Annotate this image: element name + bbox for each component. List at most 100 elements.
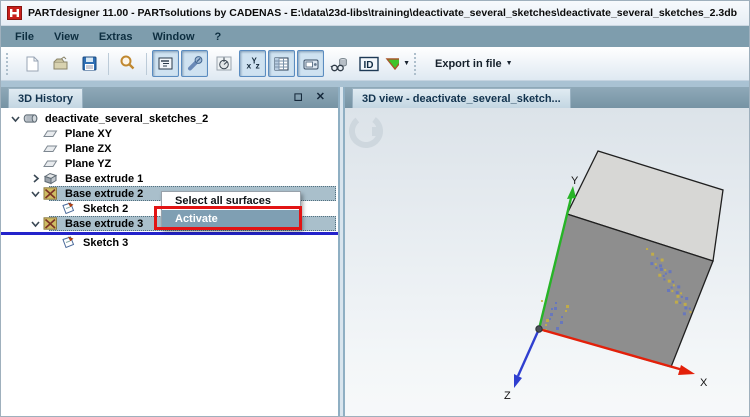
plane-icon: [43, 127, 59, 140]
tab-3d-view[interactable]: 3D view - deactivate_several_sketch...: [352, 88, 571, 108]
export-triangle-button[interactable]: ▼: [384, 50, 411, 77]
plane-icon: [43, 145, 58, 152]
z-axis-arrow: [514, 374, 522, 388]
deactivated-icon: [43, 187, 57, 200]
rotate-view-icon: [349, 114, 383, 148]
tree-item-label: Sketch 2: [83, 202, 129, 215]
extrude-icon: [43, 172, 59, 185]
chevron-down-icon: [30, 191, 40, 198]
magnifier-icon: [120, 55, 135, 70]
maximize-button[interactable]: ◻: [294, 92, 303, 103]
sketch-icon: [62, 236, 75, 249]
menu-item-select-all-surfaces[interactable]: Select all surfaces: [162, 192, 300, 210]
history-panel-header: 3D History ◻ ✕: [1, 87, 338, 108]
menu-[interactable]: ?: [205, 29, 232, 45]
menu-item-activate[interactable]: Activate: [162, 210, 300, 228]
chevron-down-icon: ▼: [403, 60, 410, 67]
menu-extras[interactable]: Extras: [89, 29, 143, 45]
sketch-circle-button[interactable]: [210, 50, 237, 77]
new-file-button[interactable]: [18, 50, 45, 77]
window-title: PARTdesigner 11.00 - PARTsolutions by CA…: [28, 7, 738, 19]
table-icon: [274, 57, 288, 70]
context-menu: Select all surfaces Activate: [161, 191, 301, 229]
open-folder-icon: [53, 55, 67, 69]
chevron-down-icon[interactable]: [27, 218, 43, 229]
xyz-axes-button[interactable]: xYz: [239, 50, 266, 77]
menu-window[interactable]: Window: [142, 29, 204, 45]
app-icon: [7, 6, 22, 20]
sketch-icon: [61, 202, 77, 215]
view-panel-header: 3D view - deactivate_several_sketch...: [345, 87, 749, 108]
save-button[interactable]: [76, 50, 103, 77]
3d-viewport[interactable]: Y X Z: [345, 108, 749, 416]
deactivated-icon: [43, 187, 59, 200]
menu-view[interactable]: View: [44, 29, 89, 45]
chevron-down-icon: ▼: [505, 60, 513, 67]
tree-item-label: Plane ZX: [65, 142, 112, 155]
tree-item-label: Base extrude 3: [65, 217, 144, 230]
tree-item-base-extrude-1[interactable]: Base extrude 1: [1, 171, 338, 186]
tree-item-label: Plane XY: [65, 127, 113, 140]
plane-icon: [43, 157, 59, 170]
menu-file[interactable]: File: [5, 29, 44, 45]
chevron-right-icon[interactable]: [27, 173, 43, 184]
plane-icon: [43, 142, 59, 155]
id-icon: ID: [358, 56, 379, 71]
magnifier-button[interactable]: [114, 50, 141, 77]
toolbar-separator: [146, 52, 147, 75]
chevron-down-icon[interactable]: [7, 113, 23, 124]
tree-item-label: Plane YZ: [65, 157, 112, 170]
panel-area: 3D History ◻ ✕ deactivate_several_sketch…: [1, 87, 749, 416]
tree-item-plane-xy[interactable]: Plane XY: [1, 126, 338, 141]
x-axis-arrow: [678, 365, 695, 375]
chevron-down-icon[interactable]: [27, 188, 43, 199]
tree-item-label: deactivate_several_sketches_2: [45, 112, 209, 125]
x-axis-label: X: [700, 377, 708, 389]
assembly-glasses-icon: [330, 57, 347, 71]
y-axis-label: Y: [571, 175, 579, 187]
screw-icon: [187, 55, 202, 70]
deactivated-icon: [43, 217, 57, 230]
panel-splitter[interactable]: [338, 87, 345, 416]
z-axis-label: Z: [504, 390, 511, 402]
history-panel-button[interactable]: [152, 50, 179, 77]
chevron-right-icon: [32, 174, 39, 183]
toolbar: x Yz ID ▼ Export in file ▼: [1, 47, 749, 81]
export-in-file-label: Export in file: [435, 57, 502, 70]
screw-button[interactable]: [181, 50, 208, 77]
id-button[interactable]: ID: [355, 50, 382, 77]
tree-item-sketch-3[interactable]: Sketch 3: [1, 235, 338, 250]
export-triangle-icon: [385, 57, 400, 70]
history-panel-icon: [158, 57, 172, 69]
tree-item-plane-zx[interactable]: Plane ZX: [1, 141, 338, 156]
tree-item-plane-yz[interactable]: Plane YZ: [1, 156, 338, 171]
camera-view-icon: [303, 59, 318, 69]
svg-text:z: z: [255, 60, 259, 70]
export-in-file-button[interactable]: Export in file ▼: [426, 50, 522, 77]
tab-3d-history[interactable]: 3D History: [8, 88, 84, 108]
table-button[interactable]: [268, 50, 295, 77]
tree-item-label: Base extrude 2: [65, 187, 144, 200]
title-bar: PARTdesigner 11.00 - PARTsolutions by CA…: [1, 1, 749, 26]
plane-icon: [43, 130, 58, 137]
origin-point: [535, 325, 543, 333]
part-icon: [23, 114, 38, 123]
close-button[interactable]: ✕: [316, 92, 325, 103]
assembly-glasses-button[interactable]: [326, 50, 353, 77]
y-axis-arrow: [567, 186, 576, 199]
chevron-down-icon: [30, 221, 40, 228]
new-file-icon: [26, 56, 38, 71]
toolbar-drag-handle[interactable]: [414, 52, 421, 75]
sketch-icon: [62, 202, 75, 215]
camera-view-button[interactable]: [297, 50, 324, 77]
save-icon: [82, 56, 96, 70]
open-folder-button[interactable]: [47, 50, 74, 77]
history-panel-buttons: ◻ ✕: [294, 87, 338, 108]
deactivated-icon: [43, 217, 59, 230]
svg-text:ID: ID: [363, 59, 373, 70]
tree-item-deactivate-several-sketches-2[interactable]: deactivate_several_sketches_2: [1, 111, 338, 126]
history-panel: 3D History ◻ ✕ deactivate_several_sketch…: [1, 87, 338, 416]
toolbar-drag-handle[interactable]: [6, 52, 13, 75]
tree-item-label: Sketch 3: [83, 236, 129, 249]
tree-item-label: Base extrude 1: [65, 172, 144, 185]
